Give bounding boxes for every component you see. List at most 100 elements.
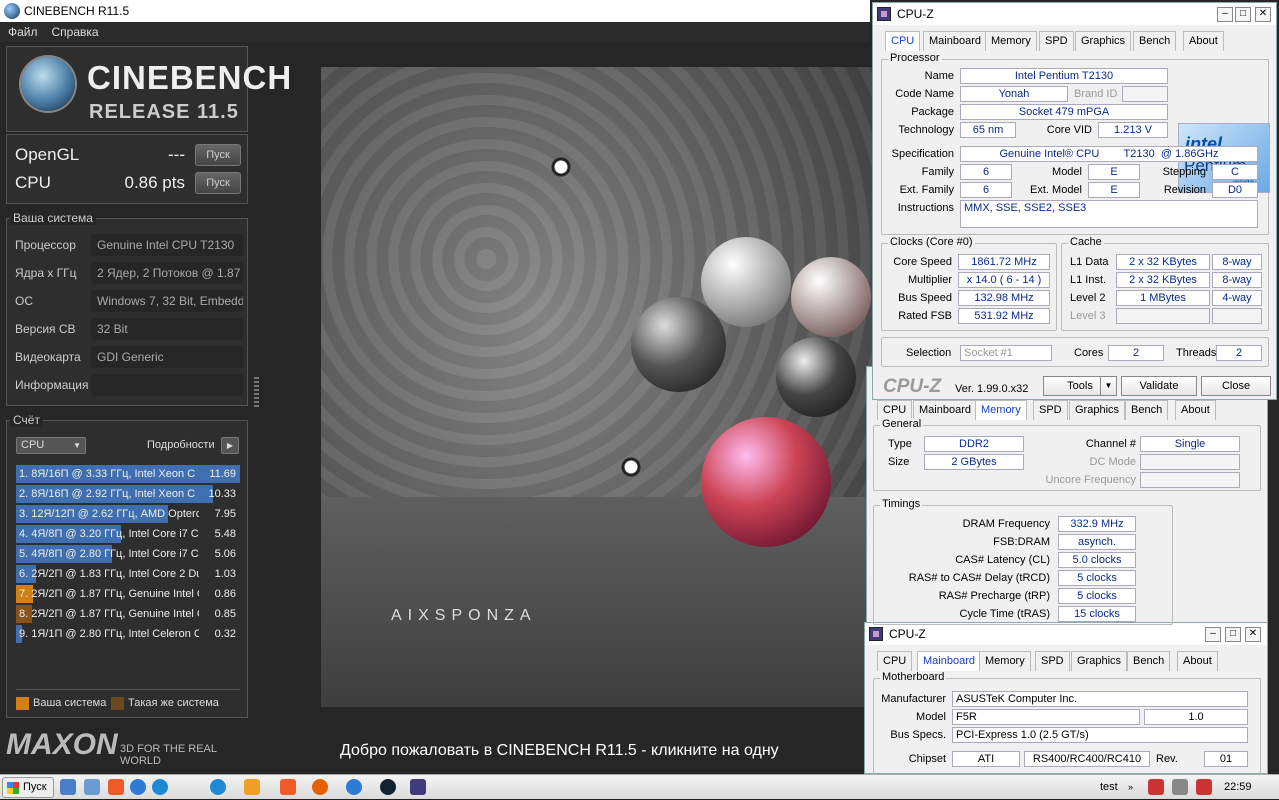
tab-cpu[interactable]: CPU: [877, 400, 913, 420]
stepping-field: C: [1212, 164, 1258, 180]
close-icon[interactable]: ✕: [1245, 627, 1261, 642]
ie-icon[interactable]: [152, 779, 168, 795]
system-label: ОС: [15, 294, 33, 308]
tab-spd[interactable]: SPD: [1033, 400, 1068, 420]
ranking-row[interactable]: 6. 2Я/2П @ 1.83 ГГц, Intel Core 2 Du 1.03: [16, 565, 240, 583]
tab-about[interactable]: About: [1177, 651, 1218, 671]
l3-field: [1116, 308, 1210, 324]
menu-help[interactable]: Справка: [52, 25, 99, 39]
corespeed-field: 1861.72 MHz: [958, 254, 1050, 270]
start-button[interactable]: Пуск: [2, 777, 54, 798]
clocks-group: Clocks (Core #0) Core Speed 1861.72 MHz …: [881, 236, 1057, 331]
close-button[interactable]: Close: [1201, 376, 1271, 396]
corevid-label: Core VID: [1046, 124, 1092, 136]
tab-cpu[interactable]: CPU: [877, 651, 913, 671]
tab-graphics[interactable]: Graphics: [1075, 31, 1132, 51]
tab-mainboard[interactable]: Mainboard: [923, 31, 987, 51]
details-arrow-icon[interactable]: ▶: [221, 437, 239, 454]
minimize-icon[interactable]: –: [1217, 7, 1233, 22]
processor-group: Processor Name Intel Pentium T2130 Code …: [881, 52, 1270, 235]
clock[interactable]: 22:59: [1224, 775, 1252, 800]
l3-ways: [1212, 308, 1262, 324]
cpuz-task-icon[interactable]: [410, 779, 426, 795]
tray-app-icon[interactable]: [1148, 779, 1164, 795]
opengl-run-button[interactable]: Пуск: [195, 144, 241, 166]
ranking-label: 6. 2Я/2П @ 1.83 ГГц, Intel Core 2 Du: [19, 568, 199, 580]
tools-button[interactable]: Tools ▼: [1043, 376, 1117, 396]
network-icon[interactable]: [1196, 779, 1212, 795]
tab-spd[interactable]: SPD: [1039, 31, 1074, 51]
chevron-up-icon[interactable]: »: [1128, 775, 1133, 800]
technology-field: 65 nm: [960, 122, 1016, 138]
globe-icon[interactable]: [346, 779, 362, 795]
close-icon[interactable]: ✕: [1255, 7, 1271, 22]
maximize-icon[interactable]: □: [1235, 7, 1251, 22]
l2-label: Level 2: [1070, 292, 1106, 304]
ie-icon[interactable]: [210, 779, 226, 795]
tab-about[interactable]: About: [1183, 31, 1224, 51]
ranking-row[interactable]: 8. 2Я/2П @ 1.87 ГГц, Genuine Intel C 0.85: [16, 605, 240, 623]
cinebench-titlebar[interactable]: CINEBENCH R11.5: [0, 0, 870, 22]
cpuz-memory-window: CPU Mainboard Memory SPD Graphics Bench …: [866, 366, 1268, 625]
cpu-run-button[interactable]: Пуск: [195, 172, 241, 194]
info-field[interactable]: [91, 374, 243, 396]
language-indicator[interactable]: test: [1100, 775, 1118, 800]
tab-mainboard[interactable]: Mainboard: [913, 400, 977, 420]
ranking-row[interactable]: 4. 4Я/8П @ 3.20 ГГц, Intel Core i7 CF 5.4…: [16, 525, 240, 543]
tab-memory[interactable]: Memory: [979, 651, 1031, 671]
package-field: Socket 479 mPGA: [960, 104, 1168, 120]
rev-label: Rev.: [1156, 753, 1178, 765]
minimize-icon[interactable]: –: [1205, 627, 1221, 642]
tab-bench[interactable]: Bench: [1125, 400, 1169, 420]
timing-label: FSB:DRAM: [993, 536, 1050, 548]
brave-icon[interactable]: [108, 779, 124, 795]
volume-icon[interactable]: [1172, 779, 1188, 795]
stepping-label: Stepping: [1162, 166, 1206, 178]
ranking-row[interactable]: 3. 12Я/12П @ 2.62 ГГц, AMD Opterc 7.95: [16, 505, 240, 523]
tab-bench[interactable]: Bench: [1133, 31, 1177, 51]
extfamily-label: Ext. Family: [899, 184, 954, 196]
l1inst-label: L1 Inst.: [1070, 274, 1107, 286]
tab-cpu[interactable]: CPU: [885, 31, 921, 51]
tab-about[interactable]: About: [1175, 400, 1216, 420]
ranking-row[interactable]: 2. 8Я/16П @ 2.92 ГГц, Intel Xeon C 10.33: [16, 485, 240, 503]
cpuz3-titlebar[interactable]: CPU-Z – □ ✕: [865, 623, 1267, 645]
tab-graphics[interactable]: Graphics: [1069, 400, 1126, 420]
ranking-score: 0.32: [214, 628, 236, 640]
selection-dropdown[interactable]: Socket #1: [960, 345, 1052, 361]
cpuz-cpu-window: CPU-Z – □ ✕ CPU Mainboard Memory SPD Graph…: [872, 2, 1277, 400]
tab-bench[interactable]: Bench: [1127, 651, 1171, 671]
ranking-score: 11.69: [209, 468, 236, 480]
cinebench-logo: CINEBENCH RELEASE 11.5: [6, 46, 291, 132]
validate-button[interactable]: Validate: [1121, 376, 1197, 396]
render-watermark: AIXSPONZA: [391, 607, 537, 624]
system-value: GDI Generic: [91, 346, 243, 368]
menu-file[interactable]: Файл: [8, 25, 38, 39]
cinebench-task-icon[interactable]: [380, 779, 396, 795]
explorer-icon[interactable]: [60, 779, 76, 795]
media-player-icon[interactable]: [244, 779, 260, 795]
firefox-icon[interactable]: [312, 779, 328, 795]
ranking-row[interactable]: 7. 2Я/2П @ 1.87 ГГц, Genuine Intel C 0.86: [16, 585, 240, 603]
globe-icon[interactable]: [130, 779, 146, 795]
tab-spd[interactable]: SPD: [1035, 651, 1070, 671]
tab-mainboard[interactable]: Mainboard: [917, 651, 981, 671]
tab-memory[interactable]: Memory: [975, 400, 1027, 420]
cpuz1-titlebar[interactable]: CPU-Z – □ ✕: [873, 3, 1276, 25]
ranking-score: 5.48: [214, 528, 236, 540]
brave-icon[interactable]: [280, 779, 296, 795]
desktop-icon[interactable]: [84, 779, 100, 795]
score-panel: OpenGL --- Пуск CPU 0.86 pts Пуск: [6, 134, 248, 204]
splitter-handle[interactable]: [254, 377, 259, 409]
ranking-row[interactable]: 9. 1Я/1П @ 2.80 ГГц, Intel Celeron C 0.32: [16, 625, 240, 643]
ranking-row[interactable]: 1. 8Я/16П @ 3.33 ГГц, Intel Xeon C 11.69: [16, 465, 240, 483]
maximize-icon[interactable]: □: [1225, 627, 1241, 642]
type-field: DDR2: [924, 436, 1024, 452]
ranking-row[interactable]: 5. 4Я/8П @ 2.80 ГГц, Intel Core i7 CF 5.0…: [16, 545, 240, 563]
ranking-select[interactable]: CPU ▼: [16, 437, 86, 454]
tab-memory[interactable]: Memory: [985, 31, 1037, 51]
uncore-label: Uncore Frequency: [1045, 474, 1137, 486]
tab-graphics[interactable]: Graphics: [1071, 651, 1128, 671]
start-label: Пуск: [23, 781, 47, 793]
l1inst-field: 2 x 32 KBytes: [1116, 272, 1210, 288]
